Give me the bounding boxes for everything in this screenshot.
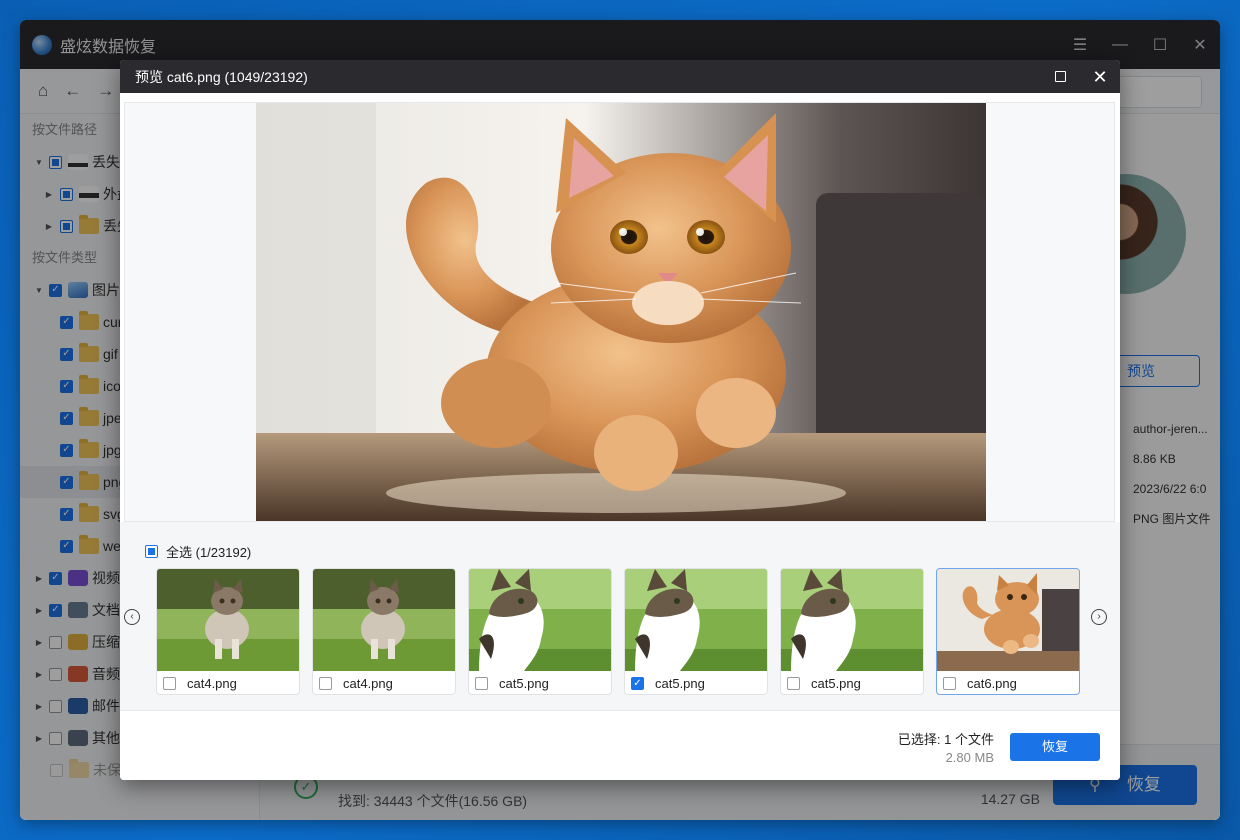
thumbnail-image <box>937 569 1079 671</box>
maximize-icon <box>1054 71 1066 82</box>
thumbnail-checkbox[interactable] <box>787 677 800 690</box>
thumbnail-checkbox[interactable]: ✓ <box>631 677 644 690</box>
thumbnail-label-row: cat4.png <box>319 676 393 691</box>
preview-image-orange-kitten <box>256 103 986 521</box>
close-button[interactable]: ✕ <box>1080 60 1120 93</box>
dialog-footer: 已选择: 1 个文件 2.80 MB 恢复 <box>120 710 1120 780</box>
thumbnail-filename: cat5.png <box>655 676 705 691</box>
thumbnail-card[interactable]: cat5.png <box>780 568 924 695</box>
thumbnail-checkbox[interactable] <box>163 677 176 690</box>
maximize-button[interactable] <box>1040 60 1080 93</box>
thumbnail-checkbox[interactable] <box>943 677 956 690</box>
thumbnail-card[interactable]: cat4.png <box>312 568 456 695</box>
scroll-left-icon[interactable]: ‹ <box>124 609 140 625</box>
thumbnail-card[interactable]: cat4.png <box>156 568 300 695</box>
thumbnail-label-row: cat5.png <box>787 676 861 691</box>
selected-count: 已选择: 1 个文件 <box>897 732 994 747</box>
thumbnail-filename: cat5.png <box>499 676 549 691</box>
thumbnail-checkbox[interactable] <box>319 677 332 690</box>
preview-image <box>256 103 986 521</box>
preview-dialog: 预览 cat6.png (1049/23192) ✕ 全选 (1/23192) … <box>120 60 1120 780</box>
thumbnail-checkbox[interactable] <box>475 677 488 690</box>
selected-size: 2.80 MB <box>945 750 994 765</box>
thumbnail-card[interactable]: cat5.png <box>468 568 612 695</box>
thumbnail-filename: cat4.png <box>187 676 237 691</box>
close-icon: ✕ <box>1092 66 1108 87</box>
thumbnail-list: cat4.png cat4.png cat5.png ✓ cat5.png cat5.pn… <box>156 568 1080 695</box>
preview-view-area <box>124 102 1115 522</box>
dialog-titlebar: 预览 cat6.png (1049/23192) ✕ <box>120 60 1120 93</box>
thumbnail-image <box>313 569 455 671</box>
scroll-right-icon[interactable]: › <box>1091 609 1107 625</box>
thumbnail-label-row: ✓ cat5.png <box>631 676 705 691</box>
thumbnail-image <box>625 569 767 671</box>
thumbnail-label-row: cat5.png <box>475 676 549 691</box>
thumbnail-label-row: cat6.png <box>943 676 1017 691</box>
thumbnail-card[interactable]: ✓ cat5.png <box>624 568 768 695</box>
select-all-checkbox[interactable] <box>145 545 158 558</box>
select-all[interactable]: 全选 (1/23192) <box>145 542 251 561</box>
thumbnail-label-row: cat4.png <box>163 676 237 691</box>
thumbnail-card[interactable]: cat6.png <box>936 568 1080 695</box>
thumbnail-image <box>469 569 611 671</box>
thumbnail-image <box>157 569 299 671</box>
selection-info: 已选择: 1 个文件 2.80 MB <box>898 731 994 767</box>
thumbnail-image <box>781 569 923 671</box>
select-all-label: 全选 (1/23192) <box>166 545 252 560</box>
thumbnail-filename: cat4.png <box>343 676 393 691</box>
thumbnail-filename: cat6.png <box>967 676 1017 691</box>
recover-button[interactable]: 恢复 <box>1010 733 1100 761</box>
thumbnail-filename: cat5.png <box>811 676 861 691</box>
dialog-title: 预览 cat6.png (1049/23192) <box>135 68 308 85</box>
